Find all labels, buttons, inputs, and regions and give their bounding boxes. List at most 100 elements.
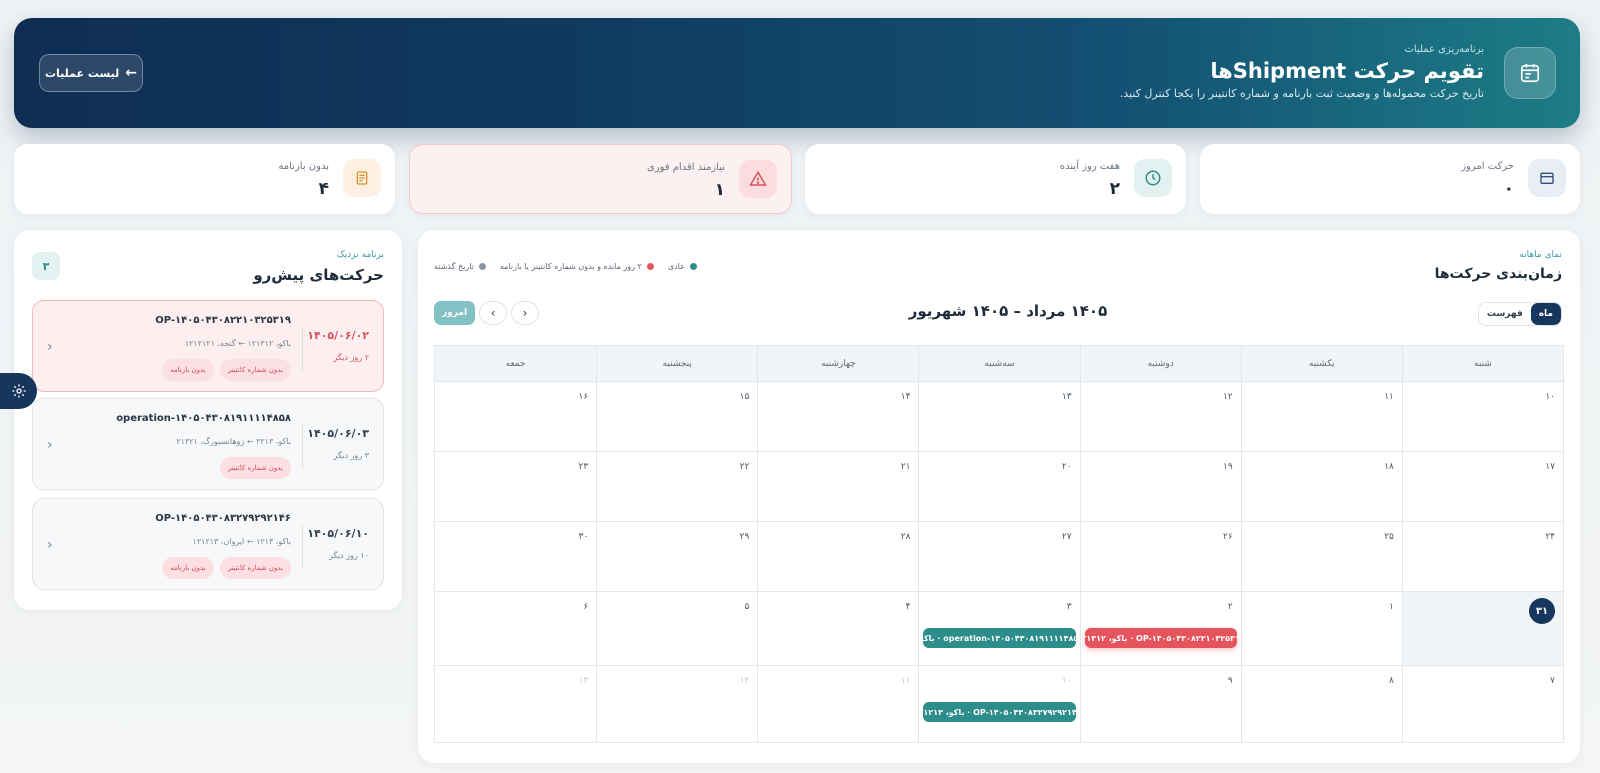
calendar-day[interactable]: ۳۰: [435, 522, 596, 591]
stat-card-next-seven-days: هفت روز آینده ۲: [805, 144, 1186, 214]
day-number: ۳: [1066, 602, 1072, 612]
prev-month-button[interactable]: ›: [511, 301, 540, 325]
movement-days-left: ۱۰ روز دیگر: [329, 551, 369, 560]
stat-value: ۰: [1503, 179, 1514, 199]
calendar-day[interactable]: ۱۰: [1401, 382, 1563, 451]
calendar-week-row: ۱۰ ۱۱ ۱۲ ۱۳ ۱۴ ۱۵ ۱۶: [435, 382, 1563, 452]
calendar-day[interactable]: ۴: [757, 592, 918, 665]
gear-icon: [11, 384, 26, 398]
movement-card[interactable]: ۱۴۰۵/۰۶/۱۰ ۱۰ روز دیگر OP-۱۴۰۵۰۴۳۰۸۳۲۷۹۲…: [32, 498, 384, 590]
calendar-day[interactable]: ۱: [1240, 592, 1402, 665]
calendar-icon: [1528, 159, 1566, 197]
chevron-left-icon: ‹: [47, 339, 53, 355]
next-month-button[interactable]: ‹: [479, 301, 508, 325]
stat-card-today: حرکت امروز ۰: [1200, 144, 1580, 214]
movement-code: OP-۱۴۰۵۰۴۳۰۸۲۲۱۰۳۲۵۳۱۹: [155, 315, 291, 326]
day-number: ۱۲: [1223, 392, 1233, 402]
calendar-day[interactable]: ۱۳: [435, 666, 596, 742]
settings-button[interactable]: [0, 373, 37, 409]
calendar-day[interactable]: ۱۳: [918, 382, 1079, 451]
calendar-day[interactable]: ۲۱: [757, 452, 918, 521]
calendar-day[interactable]: ۲۲: [596, 452, 757, 521]
calendar-day[interactable]: ۱۷: [1401, 452, 1563, 521]
page-title: تقویم حرکت Shipmentها: [1210, 59, 1484, 83]
month-view-button[interactable]: ماه: [1530, 303, 1561, 325]
status-badge: بدون شماره کانتینر: [219, 457, 291, 479]
day-number: ۲۶: [1223, 532, 1233, 542]
day-number: ۲۴: [1545, 532, 1555, 542]
day-number: ۱۳: [578, 676, 589, 686]
movement-card[interactable]: ۱۴۰۵/۰۶/۰۳ ۳ روز دیگر operation-۱۴۰۵۰۴۳۰…: [32, 398, 384, 490]
calendar-event[interactable]: operation-۱۴۰۵۰۴۳۰۸۱۹۱۱۱۱۴۸۵۸ · باکو،: [923, 628, 1076, 648]
calendar-day[interactable]: ۳ operation-۱۴۰۵۰۴۳۰۸۱۹۱۱۱۱۴۸۵۸ · باکو،: [918, 592, 1079, 665]
calendar-period-title: ۱۴۰۵ مرداد – ۱۴۰۵ شهریور: [908, 302, 1108, 320]
calendar-day[interactable]: ۸: [1240, 666, 1402, 742]
calendar-day[interactable]: ۶: [435, 592, 596, 665]
calendar-day[interactable]: ۲۹: [596, 522, 757, 591]
calendar-day[interactable]: ۲ OP-۱۴۰۵۰۴۳۰۸۲۲۱۰۳۲۵۳۱۹ · باکو، ۱۲۱۳۱۲: [1079, 592, 1241, 665]
calendar-day[interactable]: ۱۰ OP-۱۴۰۵۰۴۳۰۸۳۲۷۹۲۹۲۱۴۶ · باکو، ۱۲۱۳ -: [918, 666, 1079, 742]
day-number: ۱۲: [739, 676, 750, 686]
today-button[interactable]: امروز: [434, 301, 476, 325]
day-number: ۳۰: [578, 532, 589, 542]
day-number: ۲۱: [900, 462, 911, 472]
movement-days-left: ۳ روز دیگر: [333, 451, 369, 460]
calendar-day[interactable]: ۲۵: [1240, 522, 1402, 591]
weekday-header: شنبه یکشنبه دوشنبه سه‌شنبه چهارشنبه پنجش…: [435, 346, 1563, 382]
calendar-day[interactable]: ۲۸: [757, 522, 918, 591]
day-number: ۱۹: [1223, 462, 1233, 472]
day-number: ۲۰: [1061, 462, 1072, 472]
day-number: ۱۷: [1545, 462, 1555, 472]
stat-card-urgent: نیازمند اقدام فوری ۱: [409, 144, 792, 214]
calendar-day[interactable]: ۱۱: [1240, 382, 1402, 451]
movement-card[interactable]: ۱۴۰۵/۰۶/۰۲ ۲ روز دیگر OP-۱۴۰۵۰۴۳۰۸۲۲۱۰۳۲…: [32, 300, 384, 392]
day-number: ۸: [1389, 676, 1394, 686]
calendar-week-row: ۲۴ ۲۵ ۲۶ ۲۷ ۲۸ ۲۹ ۳۰: [435, 522, 1563, 592]
calendar-day[interactable]: ۱۲: [1079, 382, 1241, 451]
status-badge: بدون شماره کانتینر: [219, 359, 291, 381]
calendar-event[interactable]: OP-۱۴۰۵۰۴۳۰۸۳۲۷۹۲۹۲۱۴۶ · باکو، ۱۲۱۳ -: [923, 702, 1076, 722]
calendar-day[interactable]: ۱۴: [757, 382, 918, 451]
calendar-grid: شنبه یکشنبه دوشنبه سه‌شنبه چهارشنبه پنجش…: [434, 345, 1564, 743]
stat-value: ۲: [1109, 179, 1120, 199]
stat-label: هفت روز آینده: [1059, 161, 1120, 172]
day-number: ۱۱: [900, 676, 911, 686]
chevron-right-icon: ›: [522, 306, 528, 320]
divider: [302, 425, 303, 469]
calendar-day[interactable]: ۲۷: [918, 522, 1079, 591]
back-to-operations-button[interactable]: لیست عملیات ←: [39, 54, 143, 92]
day-number: ۵: [744, 602, 750, 612]
calendar-day[interactable]: ۱۱: [757, 666, 918, 742]
calendar-day[interactable]: ۲۳: [435, 452, 596, 521]
day-number: ۱: [1389, 602, 1394, 612]
page-header: برنامه‌ریزی عملیات تقویم حرکت Shipmentها…: [14, 18, 1580, 128]
calendar-day[interactable]: ۲۶: [1079, 522, 1241, 591]
calendar-day[interactable]: ۱۲: [596, 666, 757, 742]
day-number: ۱۱: [1384, 392, 1394, 402]
divider: [302, 327, 303, 371]
day-number: ۴: [905, 602, 911, 612]
calendar-day[interactable]: ۱۶: [435, 382, 596, 451]
arrow-left-icon: ←: [125, 65, 138, 81]
stat-label: بدون بارنامه: [278, 161, 329, 172]
weekday-label: سه‌شنبه: [918, 346, 1079, 381]
calendar-week-row: ۱۷ ۱۸ ۱۹ ۲۰ ۲۱ ۲۲ ۲۳: [435, 452, 1563, 522]
legend-item: ۲ روز مانده و بدون شماره کانتینر یا بارن…: [500, 262, 654, 271]
list-view-button[interactable]: فهرست: [1479, 303, 1531, 325]
calendar-day[interactable]: ۲۴: [1401, 522, 1563, 591]
movement-date: ۱۴۰۵/۰۶/۰۳: [307, 427, 369, 440]
calendar-day[interactable]: ۱۵: [596, 382, 757, 451]
movement-route: باکو، ۳۲۱۳ ← ژوهانسبورگ، ۲۱۳۲۱: [176, 437, 291, 446]
day-number: ۷: [1550, 676, 1555, 686]
legend-label: ۲ روز مانده و بدون شماره کانتینر یا بارن…: [499, 262, 642, 271]
calendar-day-today[interactable]: ۳۱: [1401, 592, 1563, 665]
calendar-day[interactable]: ۱۸: [1240, 452, 1402, 521]
calendar-day[interactable]: ۱۹: [1079, 452, 1241, 521]
calendar-day[interactable]: ۲۰: [918, 452, 1079, 521]
calendar-day[interactable]: ۵: [596, 592, 757, 665]
calendar-event[interactable]: OP-۱۴۰۵۰۴۳۰۸۲۲۱۰۳۲۵۳۱۹ · باکو، ۱۲۱۳۱۲: [1084, 628, 1237, 648]
stat-label: نیازمند اقدام فوری: [646, 162, 725, 173]
calendar-day[interactable]: ۷: [1401, 666, 1563, 742]
calendar-week-row: ۷ ۸ ۹ ۱۰ OP-۱۴۰۵۰۴۳۰۸۳۲۷۹۲۹۲۱۴۶ · باکو، ۱۲۱۳…: [435, 666, 1563, 742]
calendar-day[interactable]: ۹: [1079, 666, 1241, 742]
